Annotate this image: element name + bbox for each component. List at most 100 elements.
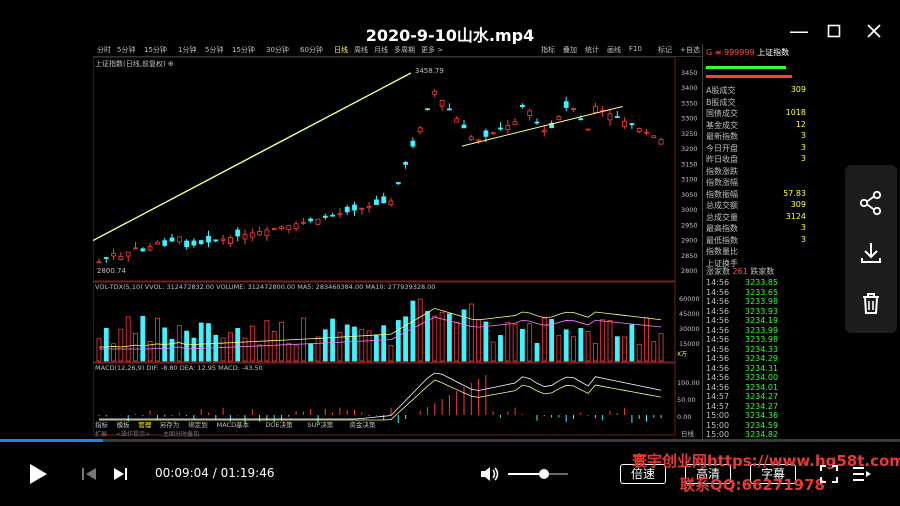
maximize-icon[interactable] — [821, 18, 847, 44]
panel-row-value: 57.83 — [783, 188, 806, 198]
previous-icon[interactable] — [81, 466, 97, 486]
volume-bar — [125, 316, 131, 362]
candle-body — [571, 108, 576, 111]
candle-body — [578, 118, 584, 121]
period-tab[interactable]: 多周期 — [394, 45, 415, 55]
trash-icon[interactable] — [857, 289, 885, 317]
volume-bar — [658, 333, 664, 362]
tool-button[interactable]: 标记 — [658, 45, 672, 55]
tool-button[interactable]: 叠加 — [563, 45, 577, 55]
candle-body — [527, 110, 533, 116]
candle-body — [658, 139, 664, 145]
volume-bar — [235, 327, 241, 362]
tick-time: 15:00 — [706, 430, 730, 439]
candle-body — [337, 213, 343, 216]
period-tab[interactable]: 日线 — [334, 45, 348, 55]
time-display: 00:09:04 / 01:19:46 — [155, 466, 274, 480]
total-time: 01:19:46 — [220, 466, 275, 480]
play-icon[interactable] — [28, 463, 48, 489]
volume-bar — [352, 326, 357, 362]
volume-bar — [527, 323, 533, 362]
panel-row: 指数振幅 57.83 — [706, 189, 808, 200]
tick-price: 3233.98 — [745, 297, 779, 306]
tick-price: 3234.82 — [745, 430, 779, 439]
candle-body — [410, 140, 416, 147]
candle-body — [614, 116, 620, 119]
panel-row-label: A股成交 — [706, 86, 736, 95]
period-tab[interactable]: 1分钟 — [178, 45, 196, 55]
macd-dea — [99, 379, 662, 421]
panel-row-label: 基金成交 — [706, 120, 738, 130]
volume-bar — [293, 345, 299, 362]
tick-time: 14:56 — [706, 363, 730, 373]
tool-button[interactable]: 统计 — [585, 45, 599, 55]
candle-body — [162, 240, 168, 246]
period-tab[interactable]: 30分钟 — [266, 45, 289, 55]
panel-row-label: B股成交 — [706, 97, 736, 107]
period-tab[interactable]: 5分钟 — [117, 45, 135, 55]
period-tab[interactable]: 周线 — [354, 45, 368, 55]
tick-price: 3233.85 — [745, 278, 779, 287]
candle-body — [366, 206, 372, 209]
tick-price: 3234.29 — [745, 354, 779, 363]
tick-time: 14:56 — [706, 354, 730, 363]
candle-body — [242, 234, 248, 240]
volume-bar — [395, 320, 401, 362]
panel-row-value: 3124 — [785, 211, 806, 221]
candle-body — [381, 196, 387, 204]
tool-button[interactable]: F10 — [629, 45, 642, 53]
price-tick: 2850 — [681, 252, 698, 260]
fullscreen-icon[interactable] — [820, 465, 838, 487]
volume-icon[interactable] — [480, 465, 500, 487]
volume-bar — [198, 322, 204, 362]
panel-row: 总成交量 3124 — [706, 212, 808, 223]
volume-bar — [549, 318, 555, 362]
volume-bar — [133, 333, 138, 362]
tool-button[interactable]: +自选 — [680, 45, 700, 55]
period-tab[interactable]: 60分钟 — [300, 45, 323, 55]
volume-ma5 — [99, 307, 662, 348]
price-tick: 3450 — [681, 69, 698, 77]
period-tab[interactable]: 15分钟 — [232, 45, 255, 55]
candle-body — [169, 237, 175, 242]
candle-body — [512, 121, 518, 125]
tool-button[interactable]: 画线 — [607, 45, 621, 55]
panel-row-label: 昨日收盘 — [706, 155, 738, 164]
price-tick: 3100 — [681, 176, 698, 184]
download-icon[interactable] — [857, 239, 885, 267]
volume-knob[interactable] — [539, 469, 549, 479]
volume-bar — [476, 318, 482, 362]
volume-bar — [359, 328, 365, 362]
next-icon[interactable] — [113, 466, 129, 486]
period-tab[interactable]: 更多 > — [421, 45, 443, 55]
volume-bar — [578, 328, 584, 362]
candle-body — [563, 101, 569, 108]
tick-time: 14:56 — [706, 316, 730, 325]
minimize-icon[interactable]: — — [786, 18, 812, 44]
decline-bar — [706, 75, 792, 78]
tick-time: 14:56 — [706, 335, 730, 344]
price-tick: 3000 — [681, 206, 698, 214]
candle-body — [220, 238, 226, 241]
candle-body — [125, 251, 131, 257]
panel-row-label: 指数振幅 — [706, 189, 738, 199]
period-tab[interactable]: 5分钟 — [205, 45, 223, 55]
period-tab[interactable]: 15分钟 — [144, 45, 167, 55]
candle-body — [534, 121, 540, 124]
candle-body — [373, 199, 379, 205]
close-icon[interactable] — [861, 18, 887, 44]
share-icon[interactable] — [857, 189, 885, 217]
tool-button[interactable]: 指标 — [541, 45, 555, 55]
candle-body — [264, 229, 270, 237]
price-tick: 2900 — [681, 237, 698, 245]
panel-row: 总成交额 309 — [706, 200, 808, 211]
tick-time: 14:56 — [706, 344, 730, 354]
tick-time: 14:56 — [706, 325, 730, 335]
period-tab[interactable]: 分时 — [97, 45, 111, 55]
candle-body — [468, 136, 474, 141]
period-tab[interactable]: 月线 — [374, 45, 388, 55]
volume-bar — [191, 337, 197, 362]
playlist-icon[interactable] — [852, 466, 872, 486]
candle-body — [592, 106, 598, 113]
tick-price: 3233.99 — [745, 325, 779, 335]
